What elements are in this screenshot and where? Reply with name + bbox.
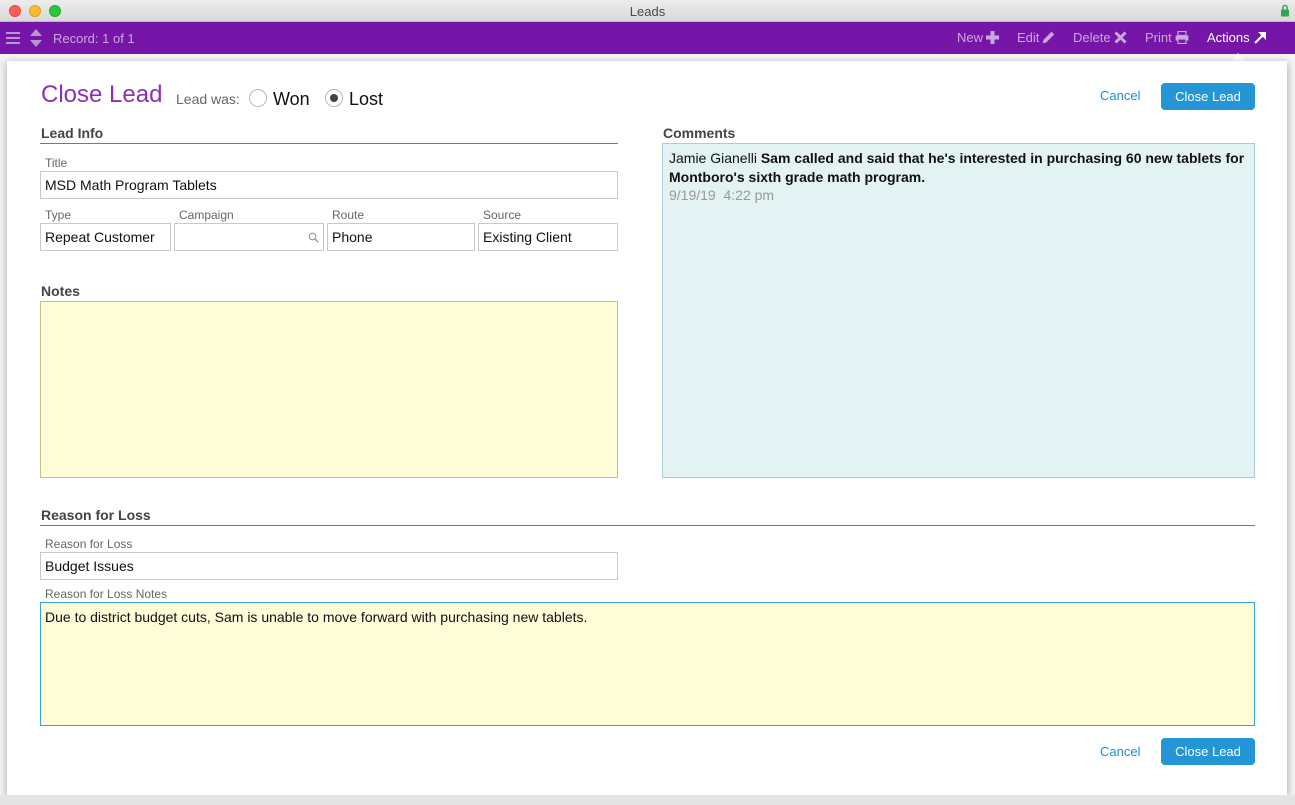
type-field[interactable]: Repeat Customer [40, 223, 171, 251]
comment-author: Jamie Gianelli [669, 150, 757, 166]
won-radio-label[interactable]: Won [273, 89, 310, 110]
window-titlebar: Leads [0, 0, 1295, 22]
lock-icon [1281, 4, 1289, 17]
arrow-up-right-icon [1253, 32, 1266, 44]
route-label: Route [332, 208, 365, 222]
close-lead-button-top[interactable]: Close Lead [1161, 83, 1255, 110]
title-field[interactable]: MSD Math Program Tablets [40, 171, 618, 199]
reason-for-loss-notes-textarea[interactable]: Due to district budget cuts, Sam is unab… [40, 602, 1255, 726]
print-button[interactable]: Print [1145, 30, 1189, 45]
comment-date: 9/19/19 [669, 187, 716, 203]
cancel-button-bottom[interactable]: Cancel [1100, 744, 1140, 759]
plus-icon [986, 31, 1000, 44]
menu-icon[interactable] [6, 31, 20, 45]
pencil-icon [1043, 31, 1055, 44]
source-label: Source [483, 208, 522, 222]
window-title: Leads [629, 4, 666, 19]
close-lead-sheet: Close Lead Lead was: Won Lost Cancel Clo… [7, 61, 1287, 795]
record-counter: Record: 1 of 1 [53, 31, 135, 46]
campaign-field[interactable] [174, 223, 324, 251]
comments-heading: Comments [663, 125, 736, 141]
toolbar: Record: 1 of 1 New Edit Delete Print Act… [0, 22, 1295, 54]
window-bottom-edge [0, 795, 1295, 805]
lead-was-label: Lead was: [176, 91, 240, 107]
notes-textarea[interactable] [40, 301, 618, 478]
close-lead-button-bottom[interactable]: Close Lead [1161, 738, 1255, 765]
won-radio[interactable] [249, 89, 267, 107]
delete-label: Delete [1073, 30, 1111, 45]
notes-heading: Notes [41, 283, 80, 299]
route-field[interactable]: Phone [327, 223, 475, 251]
title-label: Title [45, 156, 68, 170]
reason-for-loss-field[interactable]: Budget Issues [40, 552, 618, 580]
source-field[interactable]: Existing Client [478, 223, 618, 251]
campaign-label: Campaign [179, 208, 234, 222]
lost-radio[interactable] [325, 89, 343, 107]
comment-item: Jamie Gianelli Sam called and said that … [669, 149, 1248, 187]
lost-radio-label[interactable]: Lost [349, 89, 383, 110]
type-label: Type [45, 208, 72, 222]
reason-for-loss-divider [40, 525, 1255, 526]
comment-time: 4:22 pm [723, 187, 775, 203]
edit-button[interactable]: Edit [1017, 30, 1055, 45]
actions-label: Actions [1207, 30, 1250, 45]
sheet-title: Close Lead [41, 81, 163, 108]
actions-button[interactable]: Actions [1207, 30, 1267, 45]
delete-button[interactable]: Delete [1073, 30, 1127, 45]
cancel-button-top[interactable]: Cancel [1100, 88, 1140, 103]
comment-timestamp: 9/19/19 4:22 pm [669, 187, 1248, 203]
reason-for-loss-notes-label: Reason for Loss Notes [45, 587, 168, 601]
reason-for-loss-label: Reason for Loss [45, 537, 133, 551]
reason-for-loss-heading: Reason for Loss [41, 507, 151, 523]
search-icon[interactable] [308, 232, 319, 243]
lead-info-divider [40, 143, 618, 144]
new-button[interactable]: New [957, 30, 1000, 45]
lead-info-heading: Lead Info [41, 125, 104, 141]
printer-icon [1175, 31, 1189, 44]
edit-label: Edit [1017, 30, 1040, 45]
x-icon [1114, 31, 1127, 44]
print-label: Print [1145, 30, 1172, 45]
comments-panel[interactable]: Jamie Gianelli Sam called and said that … [662, 143, 1255, 478]
record-navigation-icon[interactable] [29, 28, 43, 48]
new-label: New [957, 30, 984, 45]
